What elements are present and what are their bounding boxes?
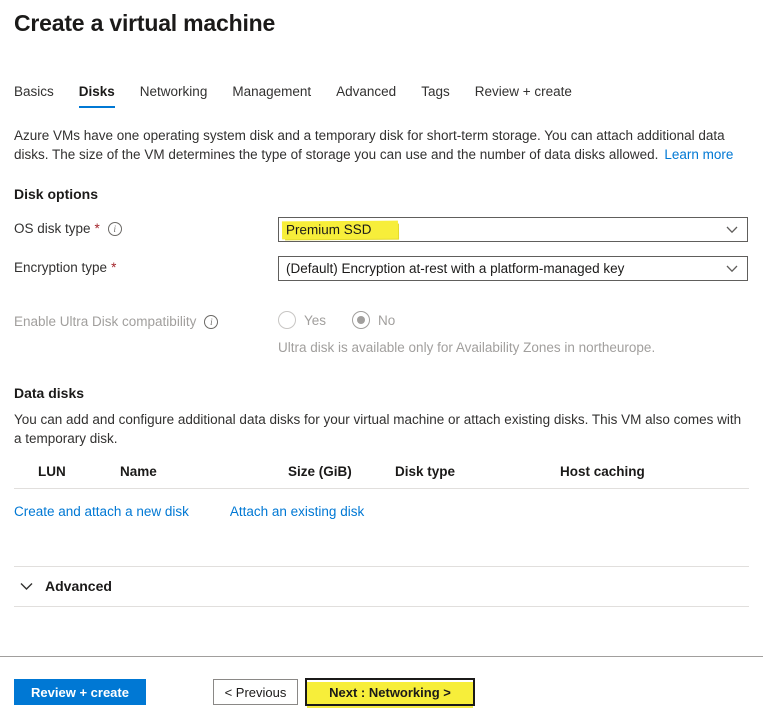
required-asterisk: * <box>95 221 100 236</box>
ultra-disk-row: Enable Ultra Disk compatibility i Yes No… <box>14 310 749 355</box>
encryption-type-label-text: Encryption type <box>14 260 107 275</box>
column-header-lun: LUN <box>38 464 120 479</box>
chevron-down-icon <box>726 265 738 273</box>
ultra-disk-radio-no[interactable]: No <box>352 311 395 329</box>
os-disk-type-row: OS disk type * i Premium SSD <box>14 217 749 242</box>
tab-networking[interactable]: Networking <box>140 84 208 108</box>
os-disk-type-dropdown[interactable]: Premium SSD <box>278 217 748 242</box>
page-title: Create a virtual machine <box>14 0 749 37</box>
encryption-type-label: Encryption type * <box>14 256 278 275</box>
radio-label-no: No <box>378 313 395 328</box>
ultra-disk-note: Ultra disk is available only for Availab… <box>278 340 748 355</box>
chevron-down-icon <box>726 226 738 234</box>
ultra-disk-radio-group: Yes No <box>278 310 748 329</box>
data-disks-description: You can add and configure additional dat… <box>14 410 749 448</box>
tab-tags[interactable]: Tags <box>421 84 450 108</box>
column-header-size: Size (GiB) <box>288 464 395 479</box>
data-disks-heading: Data disks <box>14 385 749 401</box>
encryption-type-value: (Default) Encryption at-rest with a plat… <box>286 261 624 276</box>
info-icon[interactable]: i <box>204 315 218 329</box>
chevron-down-icon <box>20 582 33 591</box>
review-create-button[interactable]: Review + create <box>14 679 146 705</box>
disk-options-heading: Disk options <box>14 186 749 202</box>
page-content: Create a virtual machine Basics Disks Ne… <box>0 0 763 607</box>
intro-body: Azure VMs have one operating system disk… <box>14 128 725 162</box>
ultra-disk-radio-yes[interactable]: Yes <box>278 311 326 329</box>
ultra-disk-label-text: Enable Ultra Disk compatibility <box>14 314 196 329</box>
radio-label-yes: Yes <box>304 313 326 328</box>
ultra-disk-label: Enable Ultra Disk compatibility i <box>14 310 278 329</box>
tab-disks[interactable]: Disks <box>79 84 115 108</box>
next-networking-button[interactable]: Next : Networking > <box>305 678 475 706</box>
radio-circle-selected-icon <box>352 311 370 329</box>
tab-bar: Basics Disks Networking Management Advan… <box>14 84 749 109</box>
advanced-section-label: Advanced <box>45 578 112 594</box>
required-asterisk: * <box>111 260 116 275</box>
encryption-type-row: Encryption type * (Default) Encryption a… <box>14 256 749 281</box>
column-header-disk-type: Disk type <box>395 464 560 479</box>
tab-management[interactable]: Management <box>232 84 311 108</box>
advanced-section-toggle[interactable]: Advanced <box>14 567 749 607</box>
data-disks-table-header: LUN Name Size (GiB) Disk type Host cachi… <box>14 464 749 489</box>
intro-text: Azure VMs have one operating system disk… <box>14 126 749 164</box>
os-disk-type-label-text: OS disk type <box>14 221 91 236</box>
column-header-host-caching: Host caching <box>560 464 749 479</box>
data-disks-links: Create and attach a new disk Attach an e… <box>14 504 749 519</box>
radio-circle-icon <box>278 311 296 329</box>
previous-button[interactable]: < Previous <box>213 679 298 705</box>
os-disk-type-value-highlighted: Premium SSD <box>282 220 398 239</box>
os-disk-type-label: OS disk type * i <box>14 217 278 236</box>
footer-bar: Review + create < Previous Next : Networ… <box>0 656 763 723</box>
tab-basics[interactable]: Basics <box>14 84 54 108</box>
attach-existing-disk-link[interactable]: Attach an existing disk <box>230 504 364 519</box>
encryption-type-dropdown[interactable]: (Default) Encryption at-rest with a plat… <box>278 256 748 281</box>
column-header-name: Name <box>120 464 288 479</box>
learn-more-link[interactable]: Learn more <box>664 147 733 162</box>
create-attach-new-disk-link[interactable]: Create and attach a new disk <box>14 504 189 519</box>
info-icon[interactable]: i <box>108 222 122 236</box>
tab-review-create[interactable]: Review + create <box>475 84 572 108</box>
tab-advanced[interactable]: Advanced <box>336 84 396 108</box>
